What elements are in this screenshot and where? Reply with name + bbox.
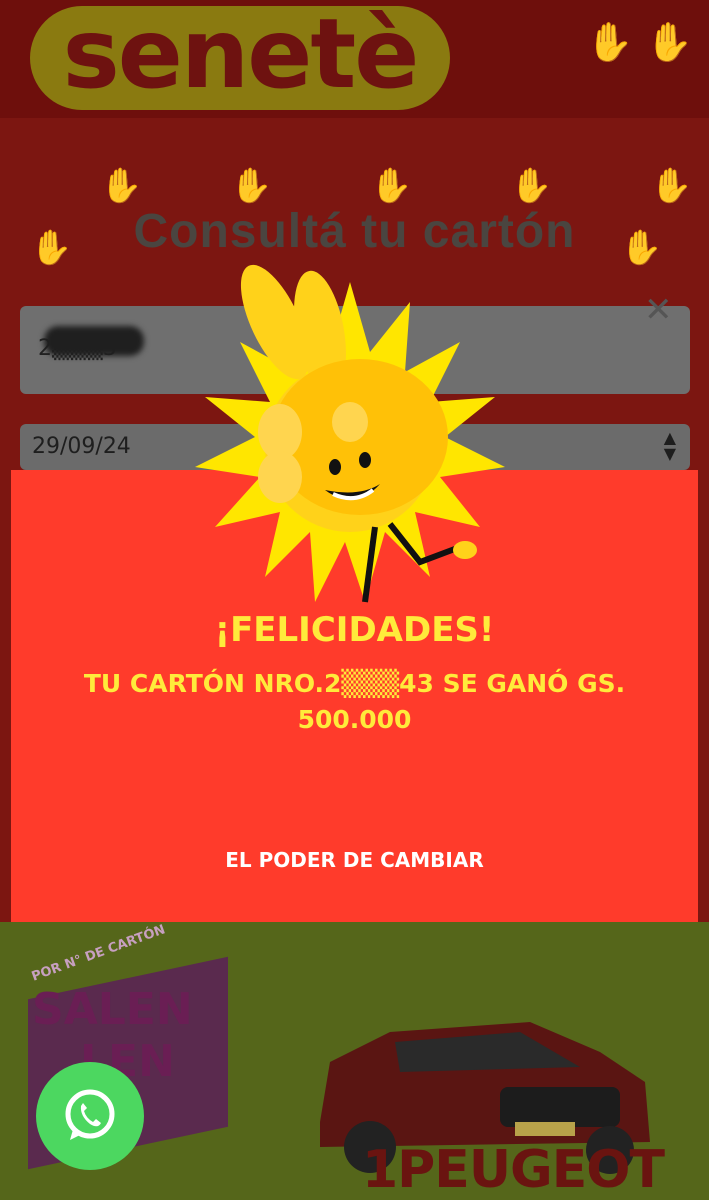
whatsapp-button[interactable] xyxy=(36,1062,144,1170)
logo-text: senetè xyxy=(62,6,420,110)
senete-logo[interactable]: senetè xyxy=(30,6,450,110)
hand-pattern-icon: ✋ xyxy=(230,166,273,206)
promo-car-text: 1PEUGEOT xyxy=(362,1140,665,1200)
close-icon[interactable]: ✕ xyxy=(644,290,673,330)
promo-line-1: SALEN xyxy=(32,984,193,1035)
date-value: 29/09/24 xyxy=(32,434,131,459)
page-title: Consultá tu cartón xyxy=(133,205,576,258)
modal-tagline: EL PODER DE CAMBIAR xyxy=(225,848,484,872)
hand-pattern-icon: ✋ xyxy=(370,166,413,206)
app-header: senetè ✋ ✋ xyxy=(0,0,709,118)
hand-pattern-icon: ✋ xyxy=(510,166,553,206)
chevron-updown-icon: ▲ ▼ xyxy=(663,428,676,463)
redaction-mark xyxy=(44,326,144,356)
mascot-sun-hand-icon xyxy=(195,264,505,603)
hand-pattern-icon: ✋ ✋ xyxy=(586,20,693,64)
hand-pattern-icon: ✋ xyxy=(100,166,143,206)
prize-message: TU CARTÓN NRO.2▒▒▒43 SE GANÓ GS. 500.000 xyxy=(83,669,626,734)
hand-pattern-icon: ✋ xyxy=(650,166,693,206)
whatsapp-icon xyxy=(65,1089,115,1140)
